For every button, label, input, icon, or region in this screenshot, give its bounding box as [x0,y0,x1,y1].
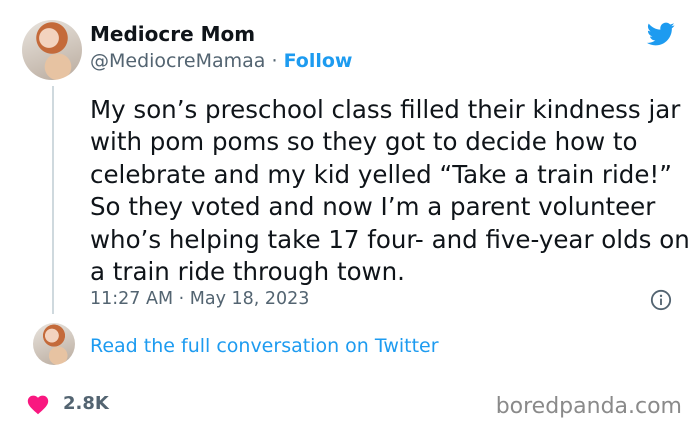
source-watermark: boredpanda.com [495,394,682,419]
heart-icon[interactable] [26,393,50,415]
tweet-timestamp[interactable]: 11:27 AM · May 18, 2023 [90,289,309,309]
twitter-bird-icon[interactable] [645,20,677,48]
tweet-text: My son’s preschool class filled their ki… [90,95,690,287]
like-count: 2.8K [63,393,109,414]
follow-button[interactable]: Follow [284,50,353,72]
author-name[interactable]: Mediocre Mom [90,22,255,46]
author-handle-row: @MediocreMamaa · Follow [90,50,352,72]
author-handle[interactable]: @MediocreMamaa [90,50,265,72]
separator-dot: · [271,50,278,72]
reply-avatar[interactable] [33,323,75,365]
info-icon[interactable] [650,289,672,311]
read-conversation-link[interactable]: Read the full conversation on Twitter [90,335,439,357]
thread-line [52,86,54,314]
author-avatar[interactable] [22,20,82,80]
